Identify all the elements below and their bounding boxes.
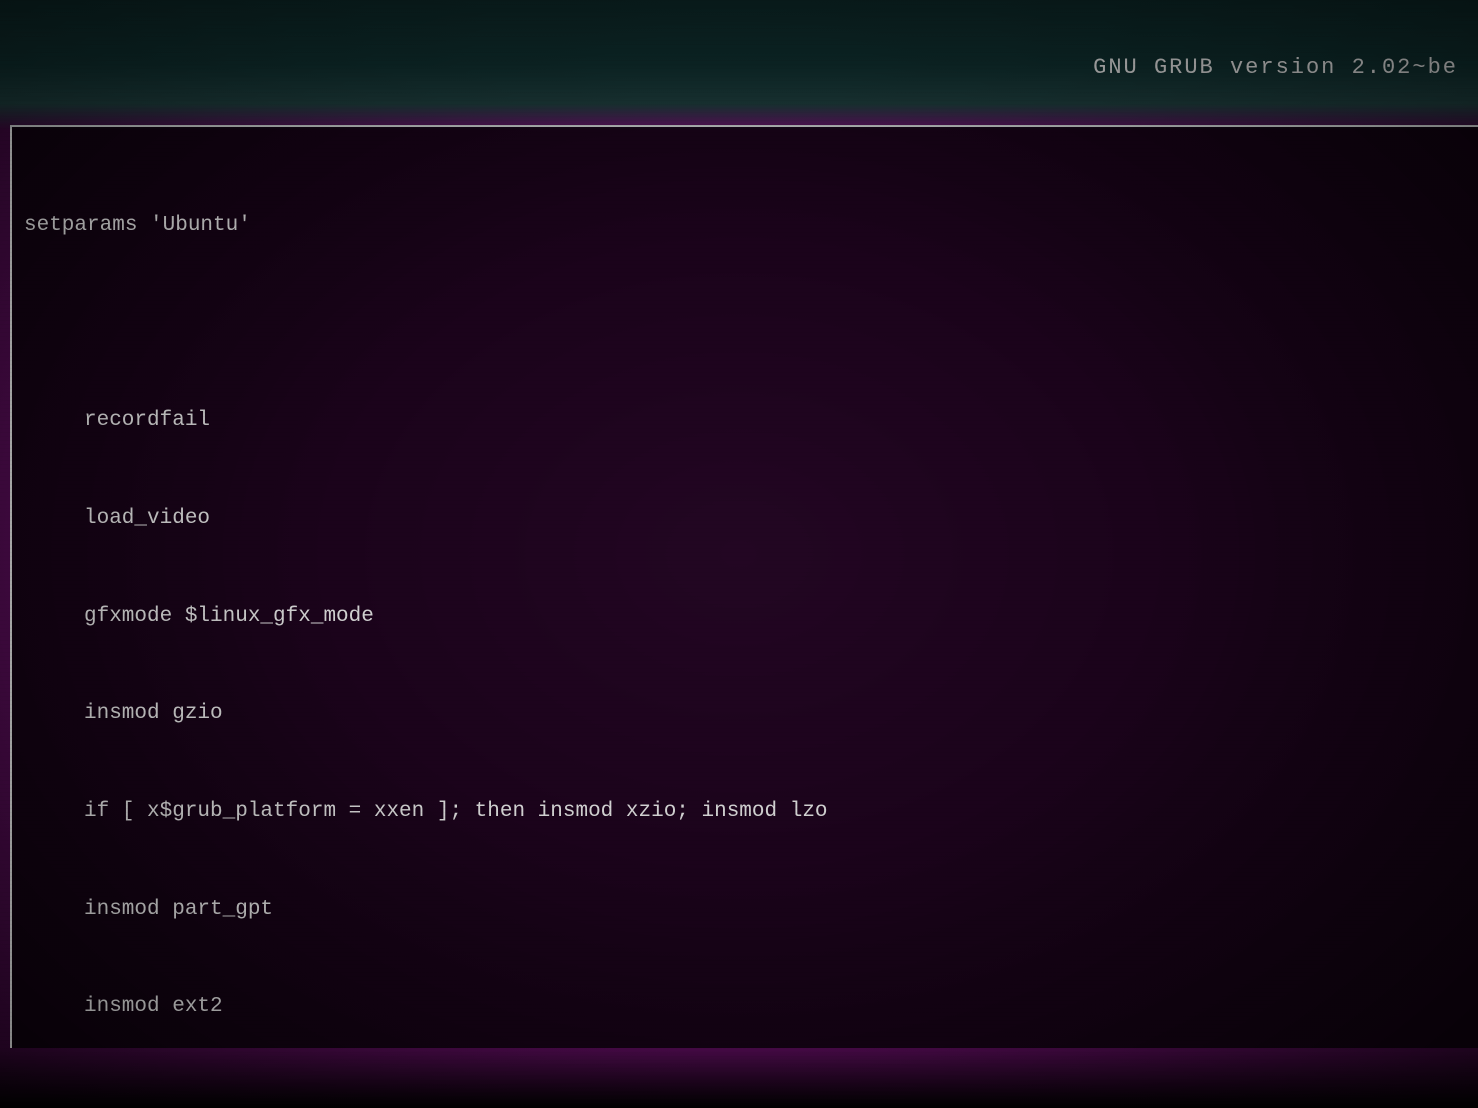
line-gfxmode: gfxmode $linux_gfx_mode (24, 601, 1478, 634)
line-insmod-gzio: insmod gzio (24, 698, 1478, 731)
line-load-video: load_video (24, 503, 1478, 536)
line-if-grub-platform: if [ x$grub_platform = xxen ]; then insm… (24, 796, 1478, 829)
bottom-bar (0, 1048, 1478, 1108)
line-empty1 (24, 308, 1478, 341)
terminal-box: setparams 'Ubuntu' recordfail load_video… (10, 125, 1478, 1048)
terminal-content: setparams 'Ubuntu' recordfail load_video… (12, 145, 1478, 1048)
screen: GNU GRUB version 2.02~be setparams 'Ubun… (0, 0, 1478, 1108)
line-recordfail: recordfail (24, 405, 1478, 438)
line-insmod-part-gpt: insmod part_gpt (24, 894, 1478, 927)
line-setparams: setparams 'Ubuntu' (24, 210, 1478, 243)
line-insmod-ext2: insmod ext2 (24, 991, 1478, 1024)
grub-version-label: GNU GRUB version 2.02~be (1093, 55, 1458, 80)
